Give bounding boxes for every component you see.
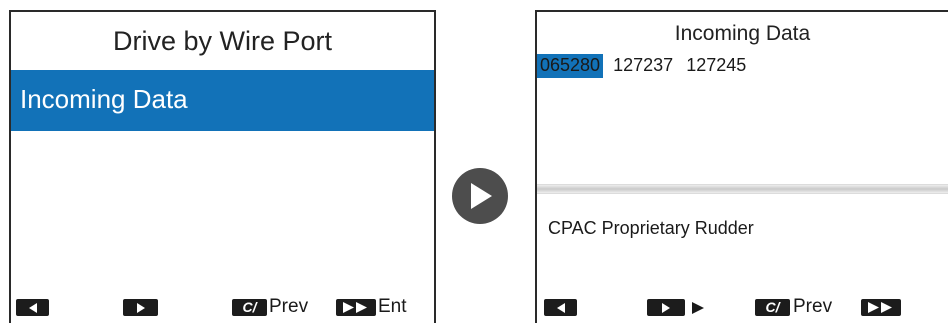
pgn-item[interactable]: 127237: [610, 54, 676, 78]
clear-key[interactable]: C/: [232, 299, 267, 316]
softkey-bar: C/ Prev: [537, 296, 948, 322]
menu-item-incoming-data[interactable]: Incoming Data: [11, 70, 434, 131]
right-arrow-key[interactable]: [647, 299, 685, 316]
screen-title: Incoming Data: [674, 22, 811, 45]
left-arrow-key[interactable]: [16, 299, 49, 316]
fast-forward-key[interactable]: [336, 299, 376, 316]
pointer-arrow-icon: [692, 302, 704, 314]
clear-key-icon: C/: [765, 299, 780, 315]
prev-label: Prev: [269, 296, 309, 317]
pgn-list: 065280 127237 127245: [537, 54, 751, 78]
left-arrow-key[interactable]: [544, 299, 577, 316]
fast-forward-icon: [868, 302, 892, 313]
play-arrow-icon: [452, 168, 508, 224]
pgn-item[interactable]: 127245: [683, 54, 749, 78]
prev-label: Prev: [793, 296, 833, 317]
right-arrow-icon: [662, 302, 670, 313]
right-arrow-key[interactable]: [123, 299, 158, 316]
pgn-item-selected[interactable]: 065280: [537, 54, 604, 78]
pgn-description: CPAC Proprietary Rudder: [548, 218, 754, 238]
ent-label: Ent: [378, 296, 407, 317]
fast-forward-icon: [343, 302, 367, 313]
clear-key[interactable]: C/: [755, 299, 790, 316]
right-arrow-icon: [136, 302, 145, 313]
left-arrow-icon: [28, 302, 37, 313]
screen-title: Drive by Wire Port: [112, 26, 333, 56]
clear-key-icon: C/: [242, 299, 257, 315]
drive-by-wire-port-screen: Drive by Wire Port Incoming Data C/ Prev…: [9, 10, 436, 323]
softkey-bar: C/ Prev Ent: [11, 296, 434, 322]
divider: [537, 184, 948, 194]
left-arrow-icon: [556, 302, 565, 313]
incoming-data-screen: Incoming Data 065280 127237 127245 CPAC …: [535, 10, 948, 323]
fast-forward-key[interactable]: [861, 299, 901, 316]
